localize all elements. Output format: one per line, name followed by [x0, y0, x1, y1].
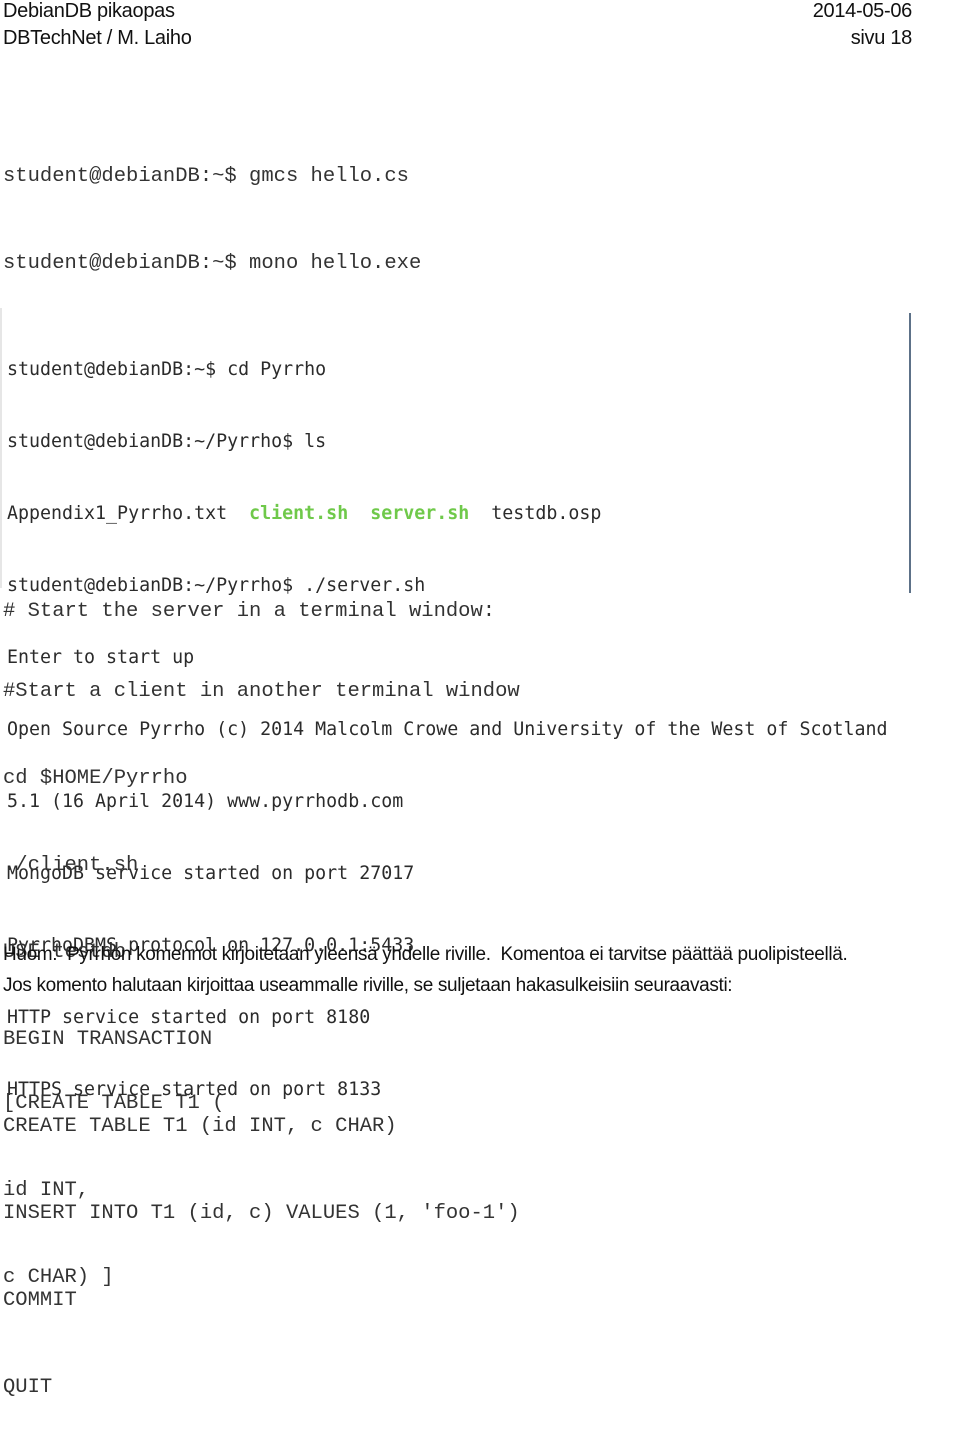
document-date: 2014-05-06	[812, 0, 913, 22]
code-line: [CREATE TABLE T1 (	[3, 1092, 225, 1115]
terminal-screenshot: student@debianDB:~$ cd Pyrrho student@de…	[0, 306, 912, 1100]
document-title: DebianDB pikaopas	[3, 0, 175, 22]
terminal-line: student@debianDB:~$ cd Pyrrho	[7, 359, 327, 380]
page-number: sivu 18	[850, 27, 913, 49]
code-line: student@debianDB:~$ gmcs hello.cs	[3, 165, 409, 188]
code-line: c CHAR) ]	[3, 1266, 114, 1289]
terminal-line: student@debianDB:~/Pyrrho$ ./server.sh	[7, 575, 426, 596]
terminal-left-edge	[0, 308, 2, 588]
ls-file: testdb.osp	[491, 503, 602, 524]
terminal-ls-output: Appendix1_Pyrrho.txt client.sh server.sh…	[7, 502, 888, 526]
note-paragraph: Huom: Pyrrhon komennot kirjoitetaan ylee…	[3, 944, 848, 965]
document-author: DBTechNet / M. Laiho	[3, 27, 192, 49]
code-line: cd $HOME/Pyrrho	[3, 767, 188, 790]
terminal-line: student@debianDB:~/Pyrrho$ ls	[7, 431, 327, 452]
ls-file: Appendix1_Pyrrho.txt	[7, 503, 228, 524]
ls-executable: client.sh	[249, 503, 349, 524]
code-block-multiline-example: [CREATE TABLE T1 ( id INT, c CHAR) ]	[3, 1031, 224, 1321]
code-line: id INT,	[3, 1179, 90, 1202]
code-line: #Start a client in another terminal wind…	[3, 680, 520, 703]
note-paragraph: Jos komento halutaan kirjoittaa useammal…	[3, 975, 733, 996]
code-line: student@debianDB:~$ mono hello.exe	[3, 252, 422, 275]
ls-executable: server.sh	[370, 503, 470, 524]
terminal-scrollbar-edge	[909, 313, 911, 593]
code-line: ./client.sh	[3, 854, 139, 877]
code-line: QUIT	[3, 1376, 53, 1399]
